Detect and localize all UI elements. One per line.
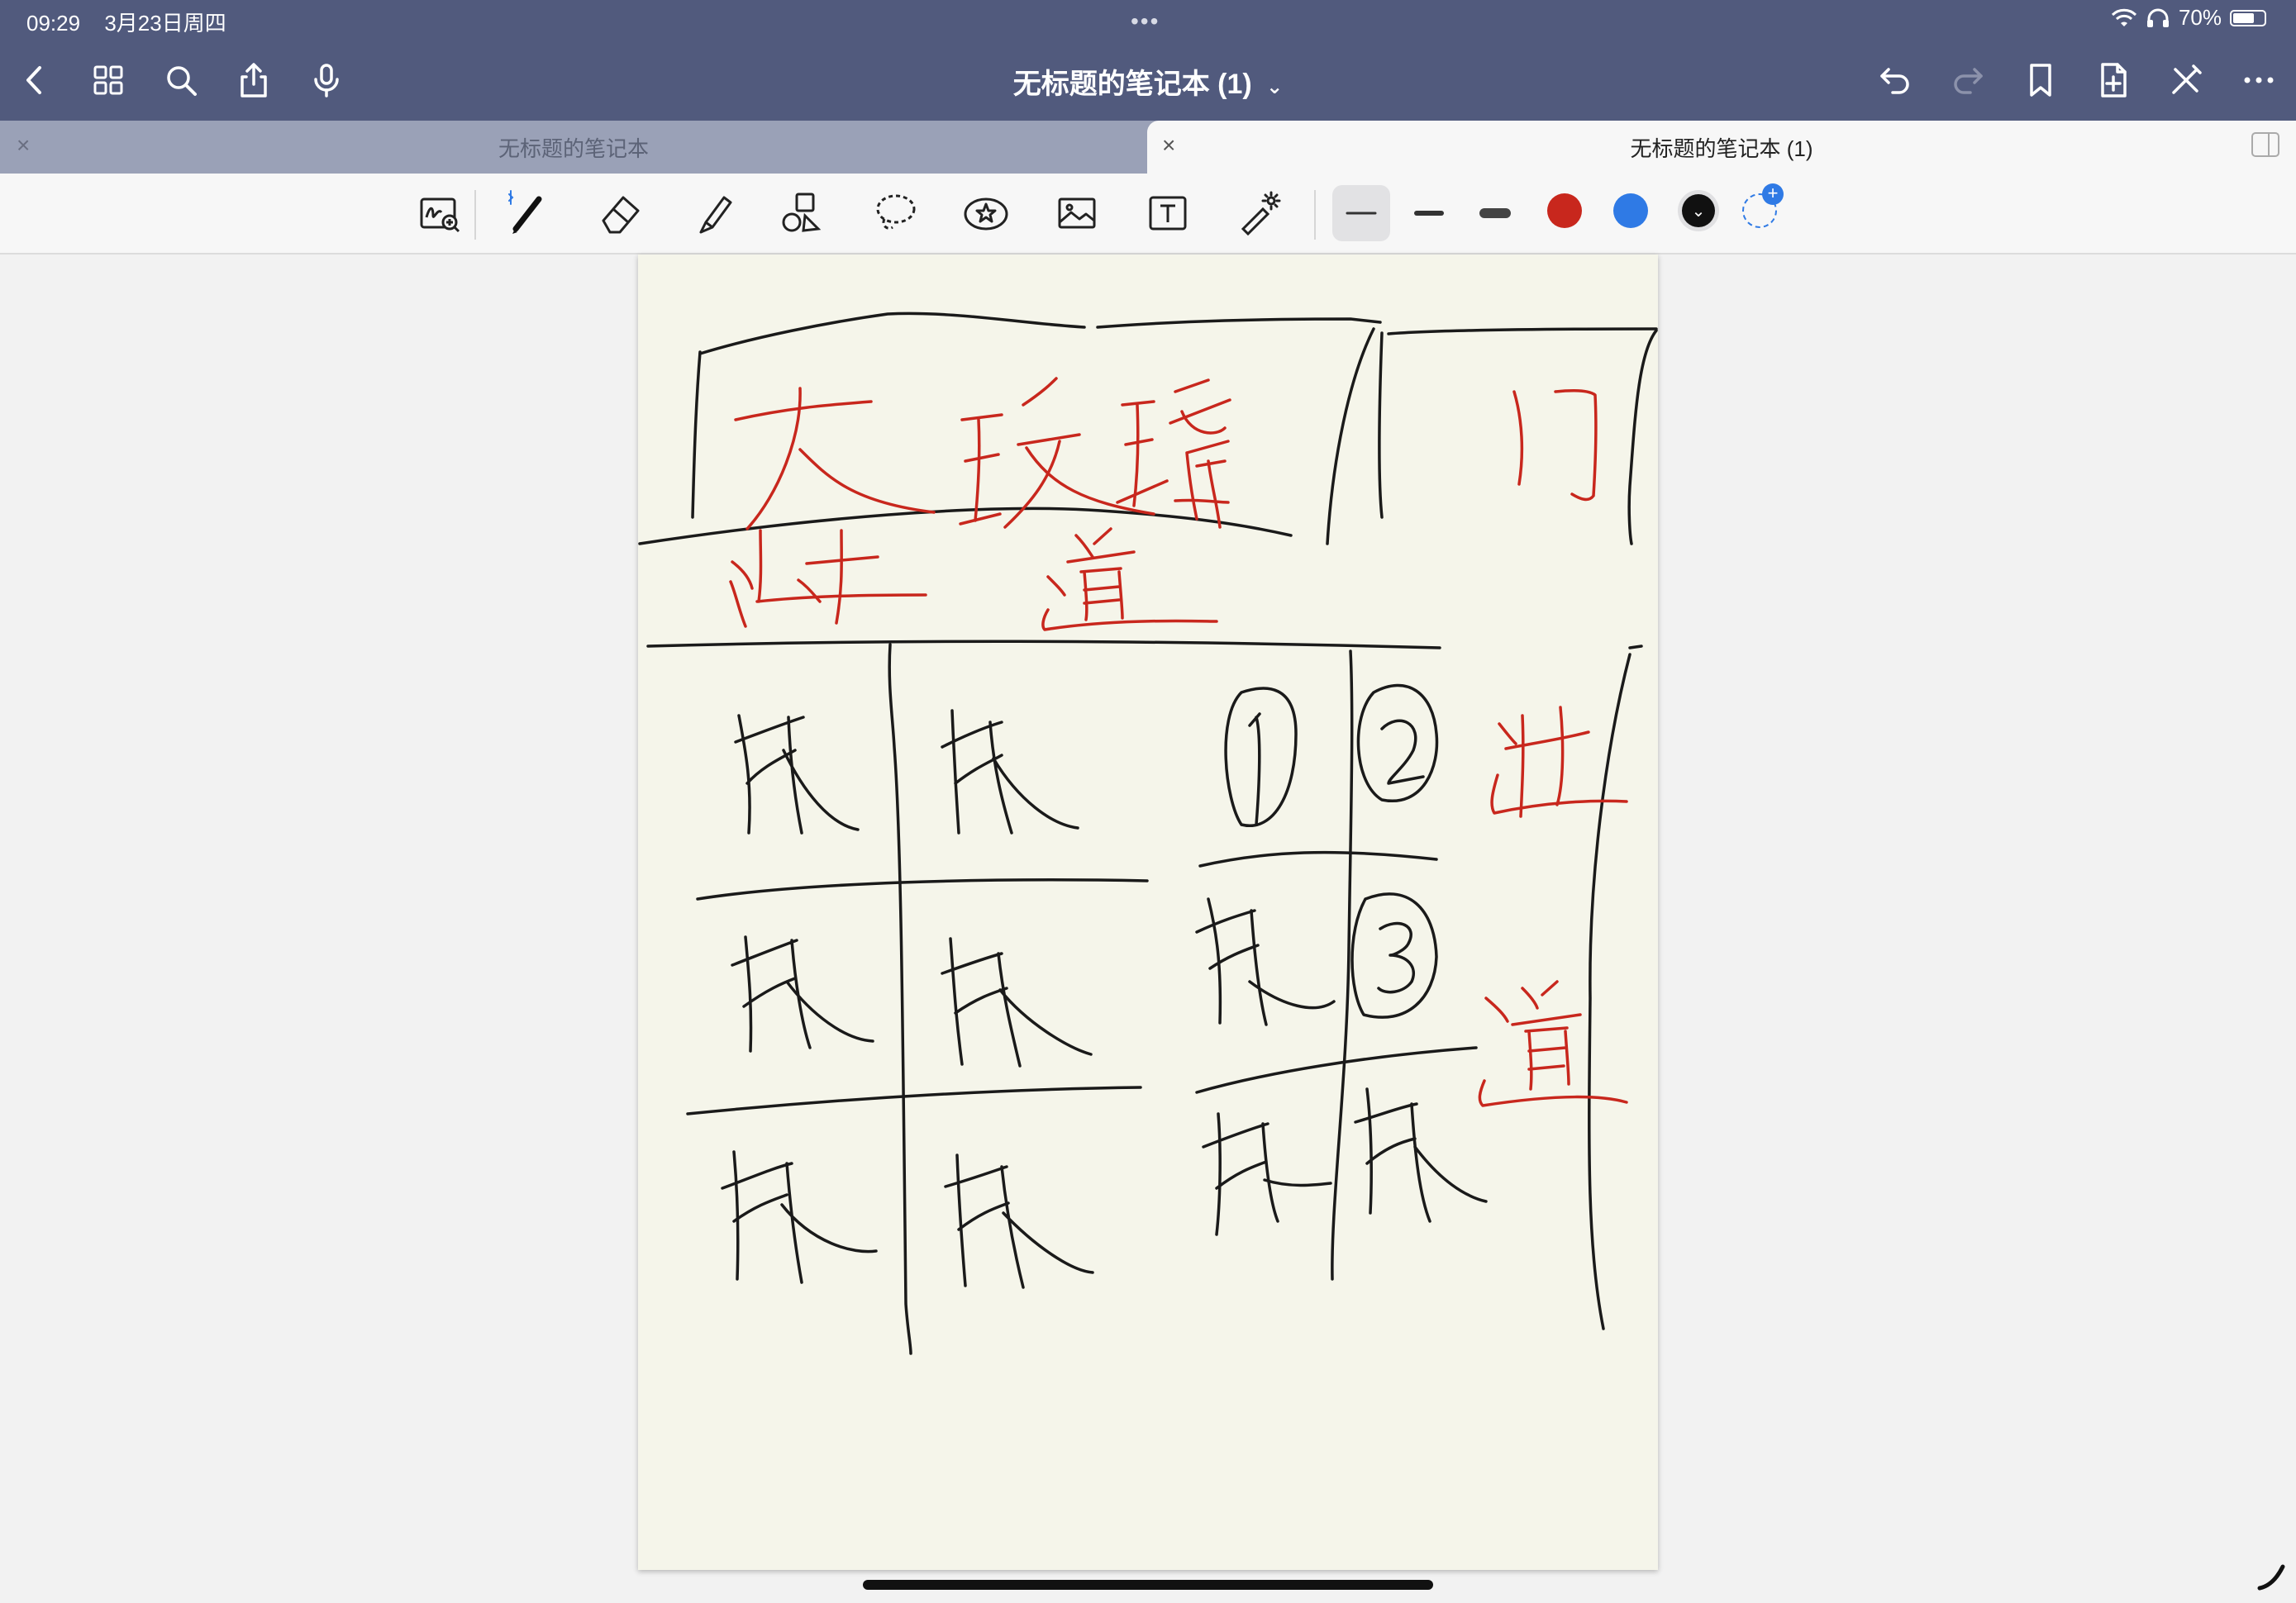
tab-notebook-1[interactable]: × 无标题的笔记本 (1) bbox=[1147, 121, 2296, 174]
stroke-medium-option[interactable] bbox=[1400, 185, 1458, 241]
bookmark-button[interactable] bbox=[2017, 56, 2065, 104]
plus-icon: + bbox=[1762, 183, 1784, 205]
black-ink-strokes bbox=[638, 312, 1658, 1355]
status-indicators: 70% bbox=[2111, 5, 2266, 31]
undo-icon bbox=[1880, 68, 1909, 94]
close-icon[interactable]: × bbox=[1162, 132, 1175, 159]
lasso-icon bbox=[876, 194, 916, 230]
zoom-window-icon bbox=[420, 197, 460, 233]
more-button[interactable] bbox=[2235, 56, 2283, 104]
shapes-tool[interactable] bbox=[774, 185, 831, 241]
add-color-button[interactable]: + bbox=[1742, 183, 1784, 228]
battery-icon bbox=[2230, 9, 2266, 26]
sticker-tool[interactable] bbox=[957, 185, 1015, 241]
pencil-cross-icon bbox=[2172, 64, 2202, 94]
bookmark-icon bbox=[2030, 64, 2051, 97]
add-page-icon bbox=[2101, 63, 2127, 98]
color-blue-swatch[interactable] bbox=[1613, 193, 1648, 228]
chevron-down-icon: ⌄ bbox=[1682, 194, 1715, 227]
drawing-toolbar: ⌄ + bbox=[0, 174, 2296, 254]
toolbar-separator bbox=[1314, 190, 1316, 240]
chevron-down-icon: ⌄ bbox=[1266, 76, 1284, 98]
color-black-swatch-selected[interactable]: ⌄ bbox=[1678, 190, 1719, 231]
split-view-icon[interactable] bbox=[2251, 132, 2279, 157]
pen-tool[interactable] bbox=[501, 185, 559, 241]
tab-label: 无标题的笔记本 bbox=[498, 136, 649, 161]
tab-label: 无标题的笔记本 (1) bbox=[1630, 136, 1813, 161]
stroke-medium-icon bbox=[1414, 211, 1444, 216]
lasso-tool[interactable] bbox=[866, 185, 924, 241]
text-icon bbox=[1149, 196, 1187, 231]
nav-bar: 无标题的笔记本 (1) ⌄ bbox=[0, 40, 2296, 121]
home-indicator[interactable] bbox=[863, 1580, 1433, 1590]
laser-pointer-tool[interactable] bbox=[1230, 185, 1288, 241]
stroke-thin-icon bbox=[1346, 212, 1377, 215]
image-tool[interactable] bbox=[1048, 185, 1106, 241]
eraser-tool[interactable] bbox=[592, 185, 650, 241]
red-ink-strokes bbox=[729, 377, 1628, 1107]
apple-pencil-icon[interactable] bbox=[2255, 1560, 2288, 1593]
text-tool[interactable] bbox=[1139, 185, 1197, 241]
laser-pointer-icon bbox=[1241, 191, 1281, 236]
pen-settings-button[interactable] bbox=[2162, 56, 2210, 104]
multitasking-dots-icon[interactable]: ••• bbox=[1131, 8, 1160, 35]
status-bar: 09:29 3月23日周四 ••• 70% bbox=[0, 0, 2296, 40]
redo-button[interactable] bbox=[1944, 56, 1992, 104]
redo-icon bbox=[1954, 68, 1983, 94]
tab-notebook[interactable]: × 无标题的笔记本 bbox=[0, 121, 1147, 174]
color-red-swatch[interactable] bbox=[1547, 193, 1582, 228]
shapes-icon bbox=[782, 193, 822, 232]
battery-percent: 70% bbox=[2178, 5, 2222, 30]
undo-button[interactable] bbox=[1871, 56, 1919, 104]
note-page[interactable] bbox=[638, 254, 1658, 1570]
handwriting-layer bbox=[638, 312, 1658, 1355]
stroke-thick-option[interactable] bbox=[1466, 185, 1524, 241]
pen-icon bbox=[508, 190, 542, 234]
wifi-icon bbox=[2111, 8, 2137, 26]
tab-bar: × 无标题的笔记本 × 无标题的笔记本 (1) bbox=[0, 121, 2296, 174]
notebook-title-text: 无标题的笔记本 (1) bbox=[1012, 69, 1252, 100]
stroke-thin-option[interactable] bbox=[1332, 185, 1390, 241]
highlighter-tool[interactable] bbox=[683, 185, 741, 241]
headphones-icon bbox=[2146, 8, 2169, 27]
sticker-icon bbox=[964, 197, 1008, 231]
eraser-icon bbox=[602, 196, 640, 234]
stroke-thick-icon bbox=[1479, 208, 1511, 218]
highlighter-icon bbox=[699, 196, 732, 234]
status-time-date: 09:29 3月23日周四 bbox=[26, 7, 245, 37]
zoom-window-tool[interactable] bbox=[412, 185, 469, 241]
more-icon bbox=[2244, 77, 2274, 83]
toolbar-separator bbox=[474, 190, 476, 240]
status-time: 09:29 bbox=[26, 11, 81, 36]
image-icon bbox=[1058, 197, 1096, 229]
close-icon[interactable]: × bbox=[17, 132, 30, 159]
add-page-button[interactable] bbox=[2089, 56, 2137, 104]
status-date: 3月23日周四 bbox=[104, 11, 226, 36]
